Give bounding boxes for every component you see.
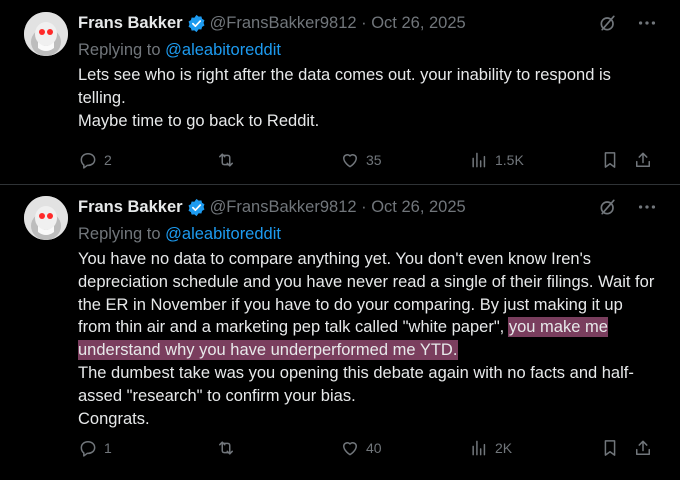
bookmark-button[interactable] (600, 436, 626, 460)
replying-to-mention[interactable]: @aleabitoreddit (165, 41, 281, 59)
like-icon (343, 442, 357, 456)
views-icon (472, 440, 486, 456)
avatar[interactable] (24, 12, 68, 56)
retweet-icon (219, 153, 233, 167)
reply-icon (80, 441, 96, 457)
like-button[interactable]: 35 (340, 148, 382, 172)
tweet-1[interactable]: Frans Bakker @FransBakker9812 · Oct 26, … (0, 0, 680, 185)
author-name[interactable]: Frans Bakker (78, 198, 183, 217)
tweet-paragraph: Congrats. (78, 409, 150, 428)
grok-icon[interactable] (598, 197, 618, 217)
views-button[interactable]: 2K (469, 436, 512, 460)
retweet-icon (219, 441, 233, 455)
like-button[interactable]: 40 (340, 436, 382, 460)
author-handle-date[interactable]: @FransBakker9812 · Oct 26, 2025 (210, 198, 466, 217)
verified-icon (187, 14, 206, 33)
share-button[interactable] (633, 436, 659, 460)
tweet-paragraph: You have no data to compare anything yet… (78, 248, 658, 362)
tweet-2[interactable]: Frans Bakker @FransBakker9812 · Oct 26, … (0, 185, 680, 480)
like-count: 40 (366, 440, 382, 456)
action-bar: 2 35 1.5K (78, 148, 658, 172)
tweet-paragraph: Lets see who is right after the data com… (78, 66, 611, 107)
grok-icon[interactable] (598, 13, 618, 33)
like-icon (343, 154, 357, 168)
views-icon (472, 152, 486, 168)
author-handle-date[interactable]: @FransBakker9812 · Oct 26, 2025 (210, 14, 466, 33)
replying-prefix: Replying to (78, 41, 166, 59)
tweet-text: Lets see who is right after the data com… (78, 64, 658, 132)
reply-icon (80, 153, 96, 169)
replying-to: Replying to @aleabitoreddit (78, 38, 658, 62)
avatar[interactable] (24, 196, 68, 240)
verified-icon (187, 198, 206, 217)
share-button[interactable] (633, 148, 659, 172)
action-bar: 1 40 2K (78, 436, 658, 460)
replying-prefix: Replying to (78, 225, 166, 243)
views-count: 2K (495, 440, 513, 456)
reply-button[interactable]: 1 (78, 436, 112, 460)
tweet-text: You have no data to compare anything yet… (78, 248, 658, 430)
reply-count: 1 (104, 440, 112, 456)
retweet-button[interactable] (216, 436, 242, 460)
tweet-paragraph: Maybe time to go back to Reddit. (78, 111, 320, 130)
share-icon (636, 152, 650, 167)
reply-count: 2 (104, 152, 112, 168)
views-button[interactable]: 1.5K (469, 148, 524, 172)
like-count: 35 (366, 152, 382, 168)
bookmark-button[interactable] (600, 148, 626, 172)
more-icon[interactable] (636, 12, 658, 34)
replying-to-mention[interactable]: @aleabitoreddit (165, 225, 281, 243)
bookmark-icon (604, 440, 616, 456)
author-name[interactable]: Frans Bakker (78, 14, 183, 33)
share-icon (636, 440, 650, 455)
views-count: 1.5K (495, 152, 524, 168)
more-icon[interactable] (636, 196, 658, 218)
bookmark-icon (604, 152, 616, 168)
reply-button[interactable]: 2 (78, 148, 112, 172)
tweet-paragraph: The dumbest take was you opening this de… (78, 363, 634, 405)
replying-to: Replying to @aleabitoreddit (78, 222, 658, 246)
retweet-button[interactable] (216, 148, 242, 172)
